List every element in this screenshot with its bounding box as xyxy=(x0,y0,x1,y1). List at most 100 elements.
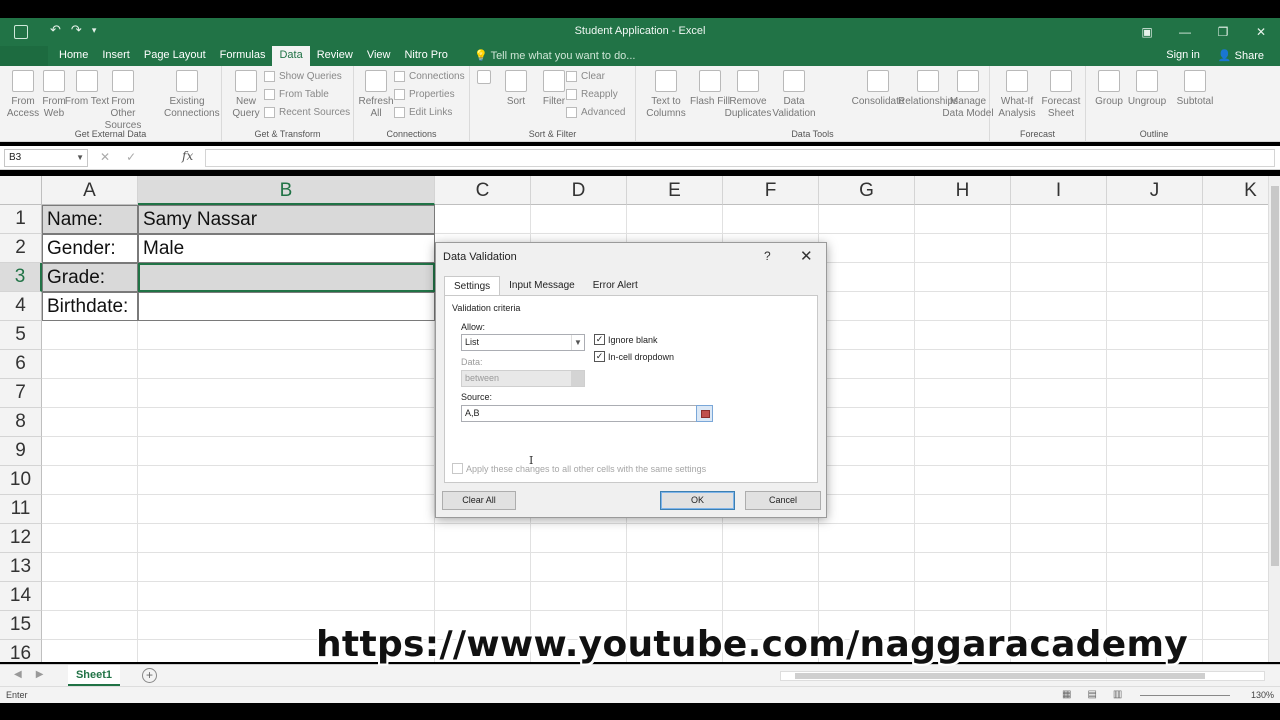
cell-i10[interactable] xyxy=(1011,466,1107,495)
cell-g12[interactable] xyxy=(819,524,915,553)
cell-i1[interactable] xyxy=(1011,205,1107,234)
manage-data-model-button[interactable]: Manage Data Model xyxy=(938,70,998,120)
edit-links-command[interactable]: Edit Links xyxy=(394,107,452,118)
cell-a8[interactable] xyxy=(42,408,138,437)
cell-i11[interactable] xyxy=(1011,495,1107,524)
cell-d14[interactable] xyxy=(531,582,627,611)
cell-h14[interactable] xyxy=(915,582,1011,611)
subtotal-button[interactable]: Subtotal xyxy=(1172,70,1218,108)
cell-d13[interactable] xyxy=(531,553,627,582)
cell-g10[interactable] xyxy=(819,466,915,495)
cell-e13[interactable] xyxy=(627,553,723,582)
cell-h2[interactable] xyxy=(915,234,1011,263)
cell-a5[interactable] xyxy=(42,321,138,350)
row-header-8[interactable]: 8 xyxy=(0,408,42,437)
cell-j11[interactable] xyxy=(1107,495,1203,524)
close-window-icon[interactable]: ✕ xyxy=(1242,18,1280,46)
row-header-7[interactable]: 7 xyxy=(0,379,42,408)
close-dialog-icon[interactable]: ✕ xyxy=(800,247,813,265)
cell-g7[interactable] xyxy=(819,379,915,408)
ignore-blank-checkbox[interactable]: ✓ Ignore blank xyxy=(594,334,658,345)
column-header-b[interactable]: B xyxy=(138,176,435,205)
cell-i5[interactable] xyxy=(1011,321,1107,350)
cell-g3[interactable] xyxy=(819,263,915,292)
formula-input[interactable] xyxy=(205,149,1275,167)
cell-k7[interactable] xyxy=(1203,379,1268,408)
cell-e12[interactable] xyxy=(627,524,723,553)
cell-a14[interactable] xyxy=(42,582,138,611)
column-header-h[interactable]: H xyxy=(915,176,1011,205)
tell-me-box[interactable]: 💡 Tell me what you want to do... xyxy=(474,49,635,62)
existing-connections-button[interactable]: Existing Connections xyxy=(164,70,220,120)
tab-home[interactable]: Home xyxy=(52,46,95,66)
cell-k14[interactable] xyxy=(1203,582,1268,611)
column-header-j[interactable]: J xyxy=(1107,176,1203,205)
cell-e14[interactable] xyxy=(627,582,723,611)
cell-j13[interactable] xyxy=(1107,553,1203,582)
column-header-a[interactable]: A xyxy=(42,176,138,205)
refresh-all-button[interactable]: Refresh All xyxy=(354,70,398,120)
cell-h5[interactable] xyxy=(915,321,1011,350)
vertical-scrollbar[interactable] xyxy=(1268,176,1280,662)
cell-g8[interactable] xyxy=(819,408,915,437)
cell-h4[interactable] xyxy=(915,292,1011,321)
cell-k16[interactable] xyxy=(1203,640,1268,662)
cancel-button[interactable]: Cancel xyxy=(745,491,821,510)
row-header-13[interactable]: 13 xyxy=(0,553,42,582)
cell-a12[interactable] xyxy=(42,524,138,553)
cell-b12[interactable] xyxy=(138,524,435,553)
cell-h1[interactable] xyxy=(915,205,1011,234)
cell-i7[interactable] xyxy=(1011,379,1107,408)
cell-a4[interactable]: Birthdate: xyxy=(42,292,138,321)
name-box-dropdown-icon[interactable]: ▼ xyxy=(76,150,84,166)
cell-h6[interactable] xyxy=(915,350,1011,379)
name-box[interactable]: B3 ▼ xyxy=(4,149,88,167)
row-header-10[interactable]: 10 xyxy=(0,466,42,495)
cell-a2[interactable]: Gender: xyxy=(42,234,138,263)
sign-in-link[interactable]: Sign in xyxy=(1166,49,1200,62)
cell-b3[interactable] xyxy=(138,263,435,292)
cell-b10[interactable] xyxy=(138,466,435,495)
cell-a10[interactable] xyxy=(42,466,138,495)
row-header-16[interactable]: 16 xyxy=(0,640,42,662)
cell-f13[interactable] xyxy=(723,553,819,582)
show-queries-command[interactable]: Show Queries xyxy=(264,71,342,82)
cell-j4[interactable] xyxy=(1107,292,1203,321)
cell-j6[interactable] xyxy=(1107,350,1203,379)
page-layout-view-icon[interactable]: ▤ xyxy=(1087,689,1096,700)
minimize-icon[interactable]: — xyxy=(1166,18,1204,46)
vertical-scroll-thumb[interactable] xyxy=(1271,186,1279,566)
cell-g13[interactable] xyxy=(819,553,915,582)
cell-h12[interactable] xyxy=(915,524,1011,553)
column-header-i[interactable]: I xyxy=(1011,176,1107,205)
cell-g11[interactable] xyxy=(819,495,915,524)
cell-k1[interactable] xyxy=(1203,205,1268,234)
row-header-14[interactable]: 14 xyxy=(0,582,42,611)
cell-j3[interactable] xyxy=(1107,263,1203,292)
insert-function-icon[interactable]: fx xyxy=(182,149,193,163)
cell-k3[interactable] xyxy=(1203,263,1268,292)
cell-g6[interactable] xyxy=(819,350,915,379)
cell-b4[interactable] xyxy=(138,292,435,321)
row-header-9[interactable]: 9 xyxy=(0,437,42,466)
cell-i3[interactable] xyxy=(1011,263,1107,292)
confirm-entry-icon[interactable]: ✓ xyxy=(126,150,136,164)
tab-page-layout[interactable]: Page Layout xyxy=(137,46,213,66)
cell-a6[interactable] xyxy=(42,350,138,379)
tab-input-message[interactable]: Input Message xyxy=(500,276,584,296)
cell-g1[interactable] xyxy=(819,205,915,234)
cell-i12[interactable] xyxy=(1011,524,1107,553)
cell-b8[interactable] xyxy=(138,408,435,437)
column-header-d[interactable]: D xyxy=(531,176,627,205)
cell-k9[interactable] xyxy=(1203,437,1268,466)
next-sheet-icon[interactable]: ▶ xyxy=(36,669,44,680)
cell-h8[interactable] xyxy=(915,408,1011,437)
tab-data[interactable]: Data xyxy=(272,46,310,66)
cell-j7[interactable] xyxy=(1107,379,1203,408)
recent-sources-command[interactable]: Recent Sources xyxy=(264,107,350,118)
cell-h10[interactable] xyxy=(915,466,1011,495)
cell-b6[interactable] xyxy=(138,350,435,379)
ungroup-button[interactable]: Ungroup xyxy=(1124,70,1170,108)
row-header-11[interactable]: 11 xyxy=(0,495,42,524)
zoom-level[interactable]: 130% xyxy=(1251,690,1274,700)
